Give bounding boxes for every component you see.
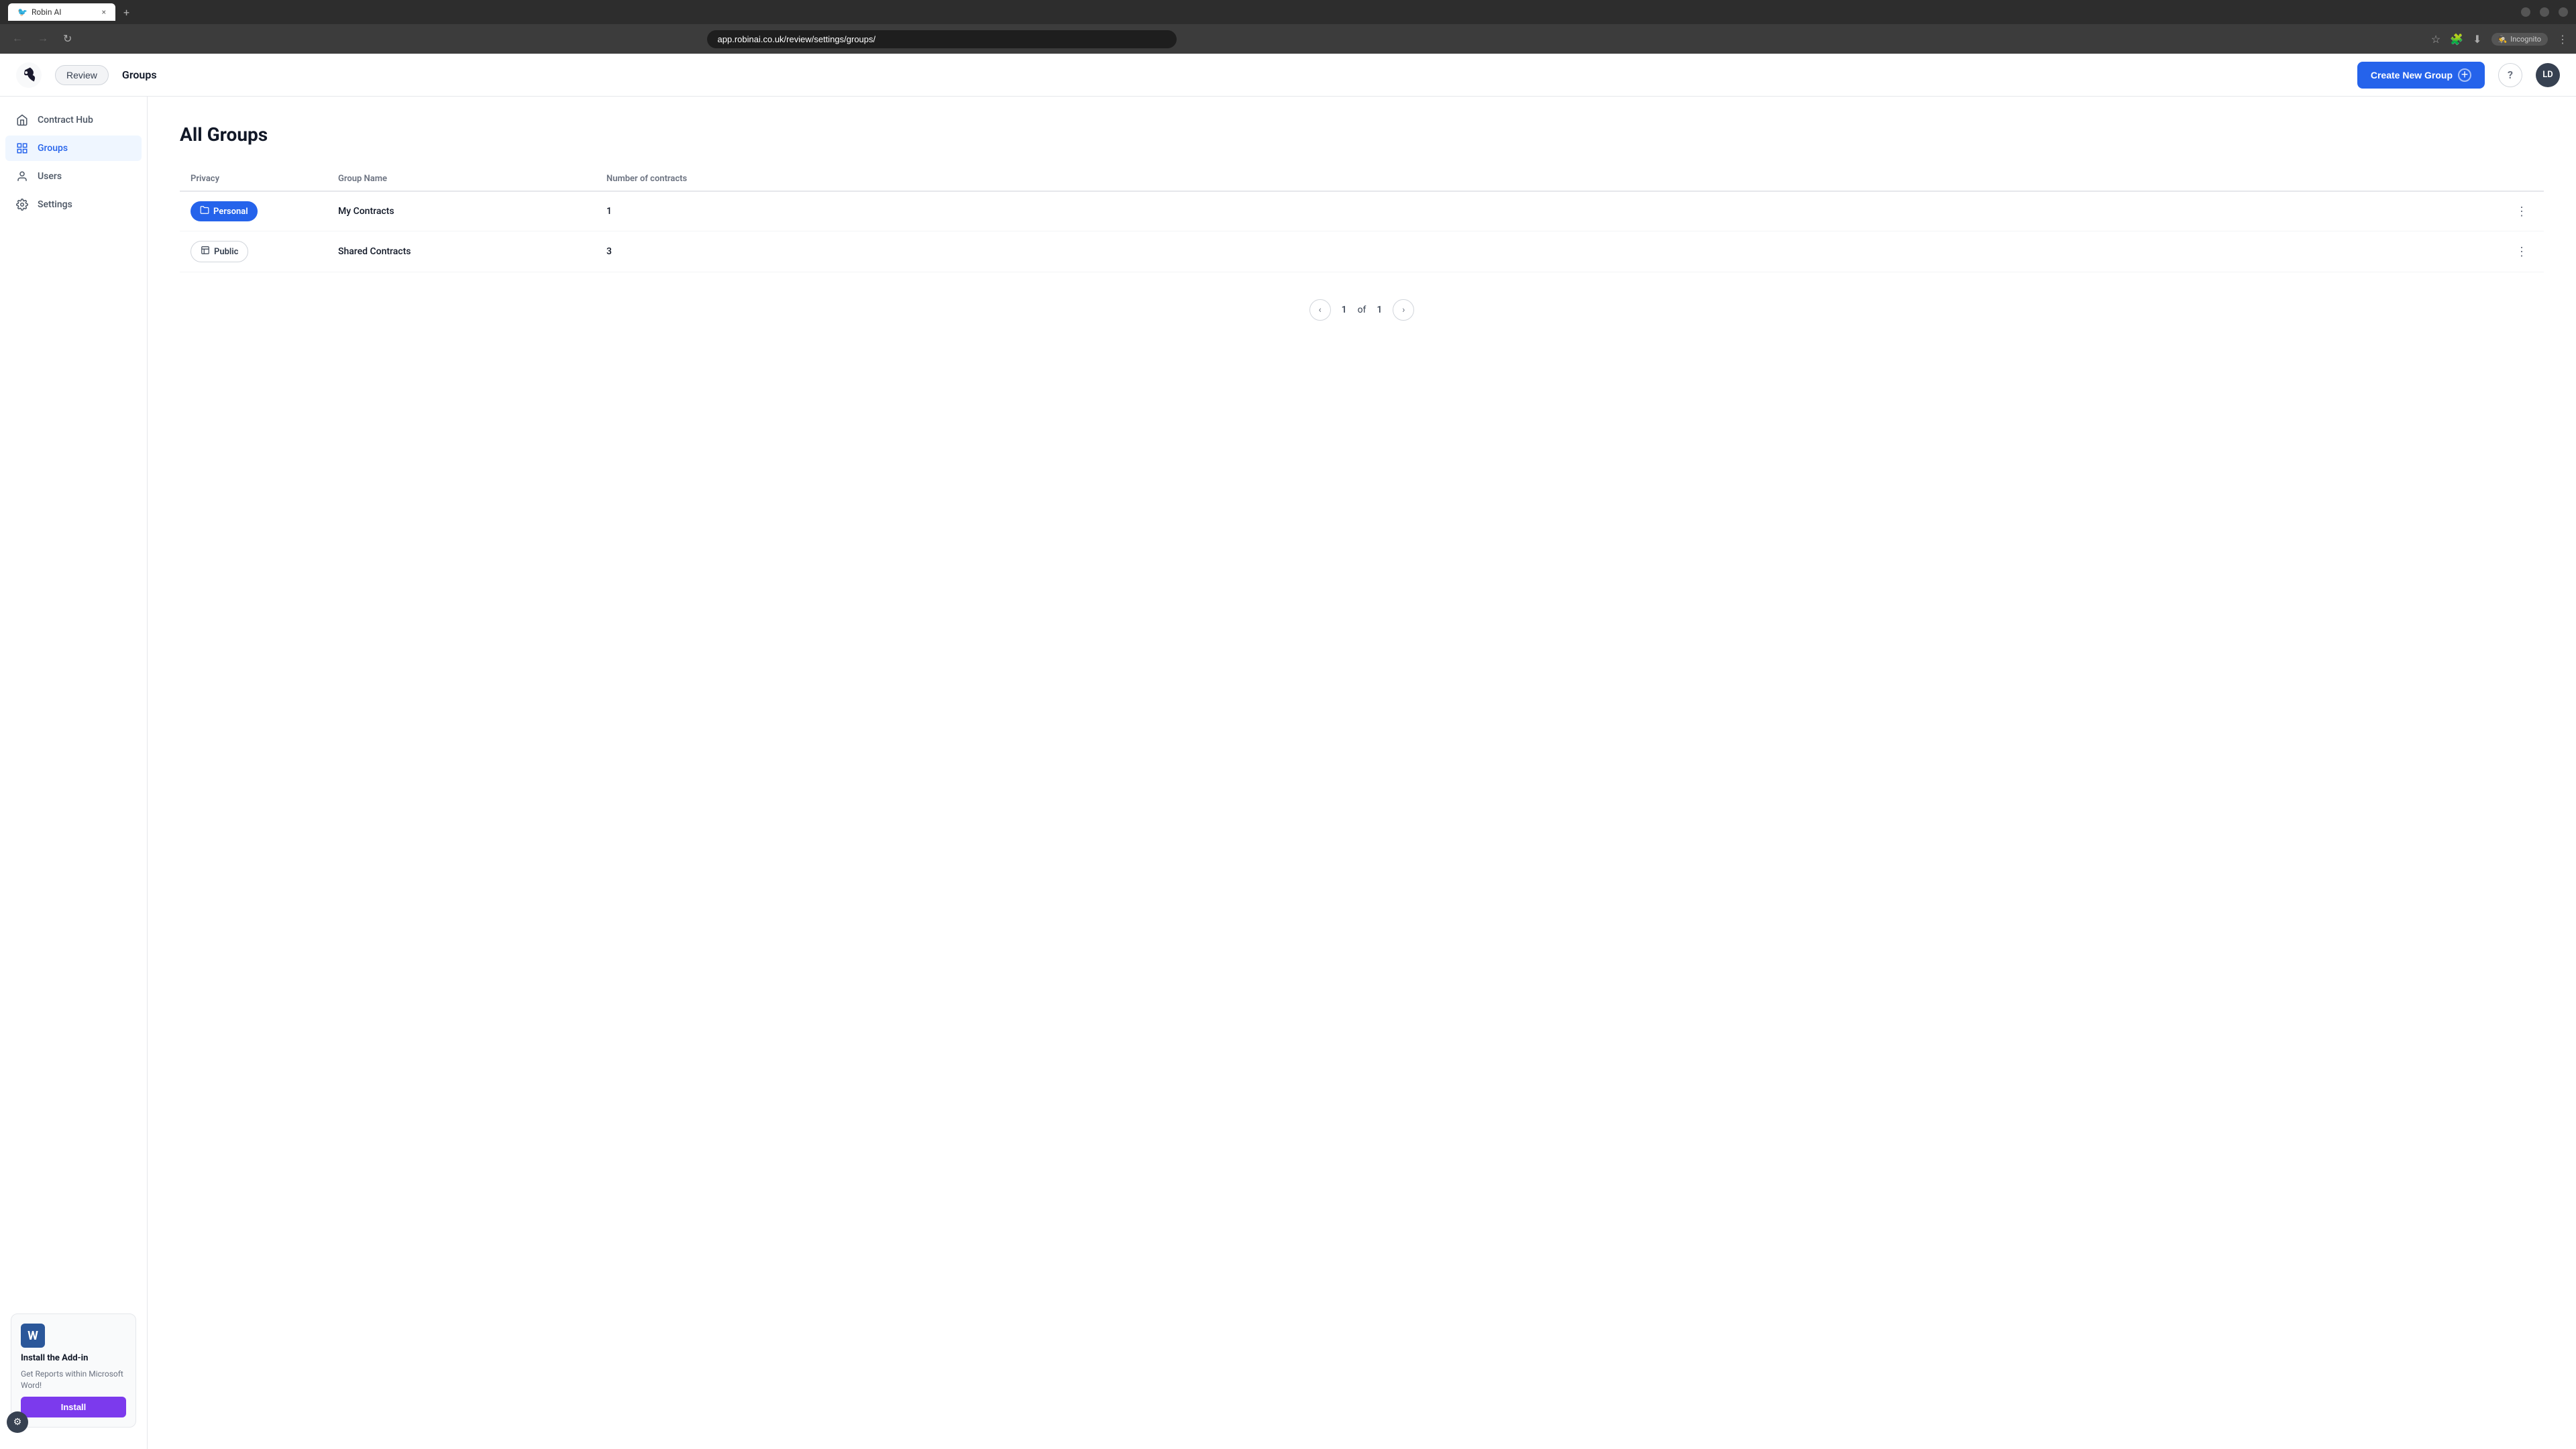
sidebar-item-label: Settings <box>38 199 72 210</box>
prev-page-button[interactable]: ‹ <box>1309 299 1331 321</box>
word-icon: W <box>21 1324 45 1348</box>
install-button[interactable]: Install <box>21 1397 126 1417</box>
toolbar-icons: ☆ 🧩 ⬇ 🕵 Incognito ⋮ <box>2431 33 2568 46</box>
sidebar-item-groups[interactable]: Groups <box>5 136 142 161</box>
addon-description: Get Reports within Microsoft Word! <box>21 1368 126 1391</box>
menu-icon[interactable]: ⋮ <box>2557 33 2568 46</box>
public-folder-icon <box>201 246 210 258</box>
personal-label: Personal <box>213 207 248 217</box>
all-groups-title: All Groups <box>180 123 2544 146</box>
personal-folder-icon <box>200 205 209 217</box>
app-header: Review Groups Create New Group + ? LD <box>0 54 2576 97</box>
window-controls <box>2521 7 2568 17</box>
group-name: My Contracts <box>338 206 394 217</box>
sidebar-item-users[interactable]: Users <box>5 164 142 189</box>
group-name: Shared Contracts <box>338 246 411 257</box>
maximize-button[interactable] <box>2540 7 2549 17</box>
help-button[interactable]: ? <box>2498 63 2522 87</box>
total-pages: 1 <box>1377 305 1382 315</box>
chevron-left-icon: ‹ <box>1318 305 1321 315</box>
settings-icon <box>16 199 31 211</box>
page-title: Groups <box>122 68 157 81</box>
sidebar-item-label: Users <box>38 171 62 182</box>
contracts-column-header: Number of contracts <box>596 167 2500 191</box>
user-icon <box>16 170 31 182</box>
avatar[interactable]: LD <box>2536 63 2560 87</box>
next-page-button[interactable]: › <box>1393 299 1414 321</box>
incognito-label: Incognito <box>2510 35 2541 44</box>
row-more-button[interactable]: ⋮ <box>2510 242 2533 262</box>
home-icon <box>16 114 31 126</box>
table-row: Personal My Contracts 1 ⋮ <box>180 191 2544 231</box>
privacy-column-header: Privacy <box>180 167 327 191</box>
public-badge[interactable]: Public <box>191 241 248 262</box>
minimize-button[interactable] <box>2521 7 2530 17</box>
new-tab-button[interactable]: + <box>121 3 132 21</box>
create-label: Create New Group <box>2371 70 2453 80</box>
table-header: Privacy Group Name Number of contracts <box>180 167 2544 191</box>
logo[interactable] <box>16 62 42 88</box>
tab-close-button[interactable]: × <box>102 7 106 17</box>
incognito-badge: 🕵 Incognito <box>2491 33 2548 46</box>
addon-title: Install the Add-in <box>21 1353 126 1363</box>
main-content: All Groups Privacy Group Name Number of … <box>148 97 2576 1449</box>
review-button[interactable]: Review <box>55 65 109 85</box>
row-more-button[interactable]: ⋮ <box>2510 202 2533 221</box>
table-row: Public Shared Contracts 3 ⋮ <box>180 231 2544 272</box>
chevron-right-icon: › <box>1402 305 1405 315</box>
grid-icon <box>16 142 31 154</box>
reload-button[interactable]: ↻ <box>59 30 76 48</box>
download-icon[interactable]: ⬇ <box>2473 33 2481 46</box>
browser-tab[interactable]: 🐦 Robin AI × <box>8 3 115 21</box>
contract-count: 3 <box>606 246 612 257</box>
page-of-label: of <box>1358 305 1366 315</box>
group-name-column-header: Group Name <box>327 167 596 191</box>
address-input[interactable] <box>707 30 1177 48</box>
sidebar-item-label: Groups <box>38 143 68 154</box>
browser-chrome: 🐦 Robin AI × + <box>0 0 2576 24</box>
sidebar: Contract Hub Groups Users <box>0 97 148 1449</box>
tab-title: Robin AI <box>32 7 62 17</box>
settings-widget-icon: ⚙ <box>13 1417 22 1428</box>
main-layout: Contract Hub Groups Users <box>0 97 2576 1449</box>
groups-table: Privacy Group Name Number of contracts <box>180 167 2544 272</box>
public-label: Public <box>214 247 238 257</box>
contract-count: 1 <box>606 206 612 217</box>
pagination: ‹ 1 of 1 › <box>180 299 2544 321</box>
back-button[interactable]: ← <box>8 30 27 48</box>
extensions-icon[interactable]: 🧩 <box>2450 33 2463 46</box>
settings-widget[interactable]: ⚙ <box>7 1411 28 1433</box>
create-new-group-button[interactable]: Create New Group + <box>2357 62 2485 89</box>
plus-icon: + <box>2458 68 2471 82</box>
tab-favicon: 🐦 <box>17 7 28 17</box>
sidebar-item-label: Contract Hub <box>38 115 93 125</box>
forward-button[interactable]: → <box>34 30 52 48</box>
personal-badge[interactable]: Personal <box>191 201 258 221</box>
bookmark-icon[interactable]: ☆ <box>2431 33 2440 46</box>
sidebar-item-settings[interactable]: Settings <box>5 192 142 217</box>
close-button[interactable] <box>2559 7 2568 17</box>
incognito-icon: 🕵 <box>2498 35 2508 44</box>
addon-card: W Install the Add-in Get Reports within … <box>11 1313 136 1428</box>
address-bar: ← → ↻ ☆ 🧩 ⬇ 🕵 Incognito ⋮ <box>0 24 2576 54</box>
current-page: 1 <box>1342 305 1347 315</box>
sidebar-item-contract-hub[interactable]: Contract Hub <box>5 107 142 133</box>
